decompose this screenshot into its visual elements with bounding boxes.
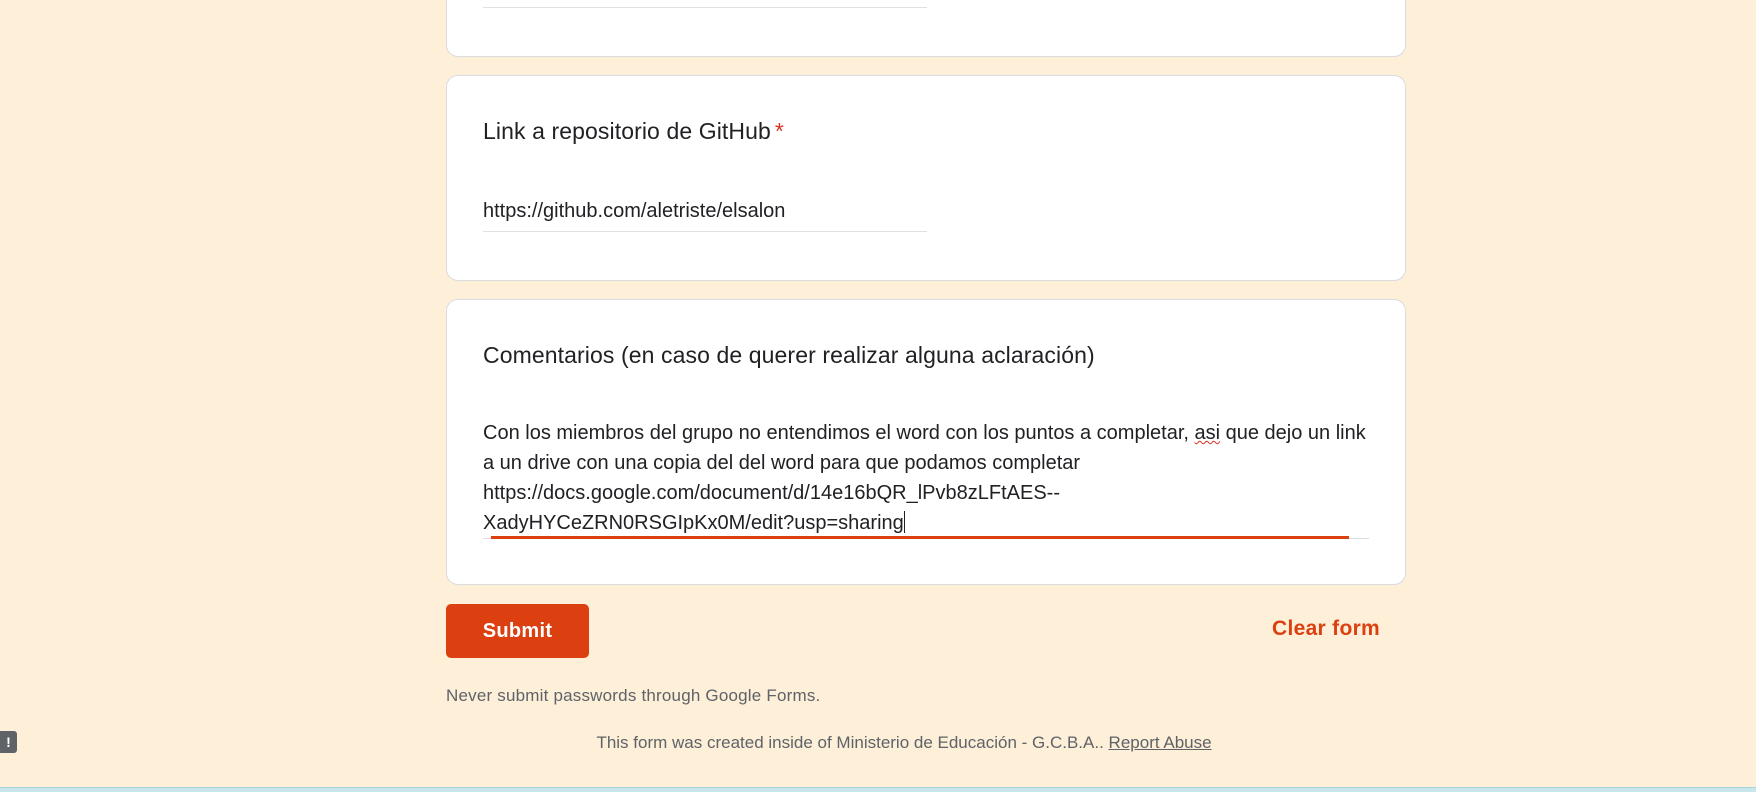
previous-question-card	[446, 0, 1406, 57]
bottom-bar	[0, 787, 1756, 792]
password-warning: Never submit passwords through Google Fo…	[446, 686, 821, 705]
comments-answer-textarea[interactable]: Con los miembros del grupo no entendimos…	[483, 418, 1369, 538]
feedback-glyph: !	[6, 734, 11, 750]
report-abuse-link[interactable]: Report Abuse	[1109, 733, 1212, 752]
form-page: Link a repositorio de GitHub * https://gi…	[0, 0, 1756, 792]
text-cursor	[903, 511, 905, 533]
misspelled-word[interactable]: asi	[1195, 422, 1221, 444]
exclamation-icon[interactable]: !	[0, 731, 17, 753]
comments-text-part1: Con los miembros del grupo no entendimos…	[483, 422, 1195, 444]
github-question-card: Link a repositorio de GitHub * https://gi…	[446, 75, 1406, 281]
footer: This form was created inside of Minister…	[0, 733, 1756, 753]
comments-question-card: Comentarios (en caso de querer realizar …	[446, 299, 1406, 585]
textarea-focus-underline	[491, 536, 1349, 539]
github-question-title: Link a repositorio de GitHub *	[483, 118, 784, 145]
github-answer-input[interactable]: https://github.com/aletriste/elsalon	[483, 200, 927, 232]
github-question-label: Link a repositorio de GitHub	[483, 118, 771, 144]
required-asterisk: *	[774, 118, 784, 144]
comments-question-title: Comentarios (en caso de querer realizar …	[483, 342, 1095, 368]
created-inside-text: This form was created inside of Minister…	[596, 733, 1104, 752]
submit-button[interactable]: Submit	[446, 604, 589, 658]
previous-answer-underline	[483, 7, 927, 8]
clear-form-button[interactable]: Clear form	[1272, 617, 1380, 641]
